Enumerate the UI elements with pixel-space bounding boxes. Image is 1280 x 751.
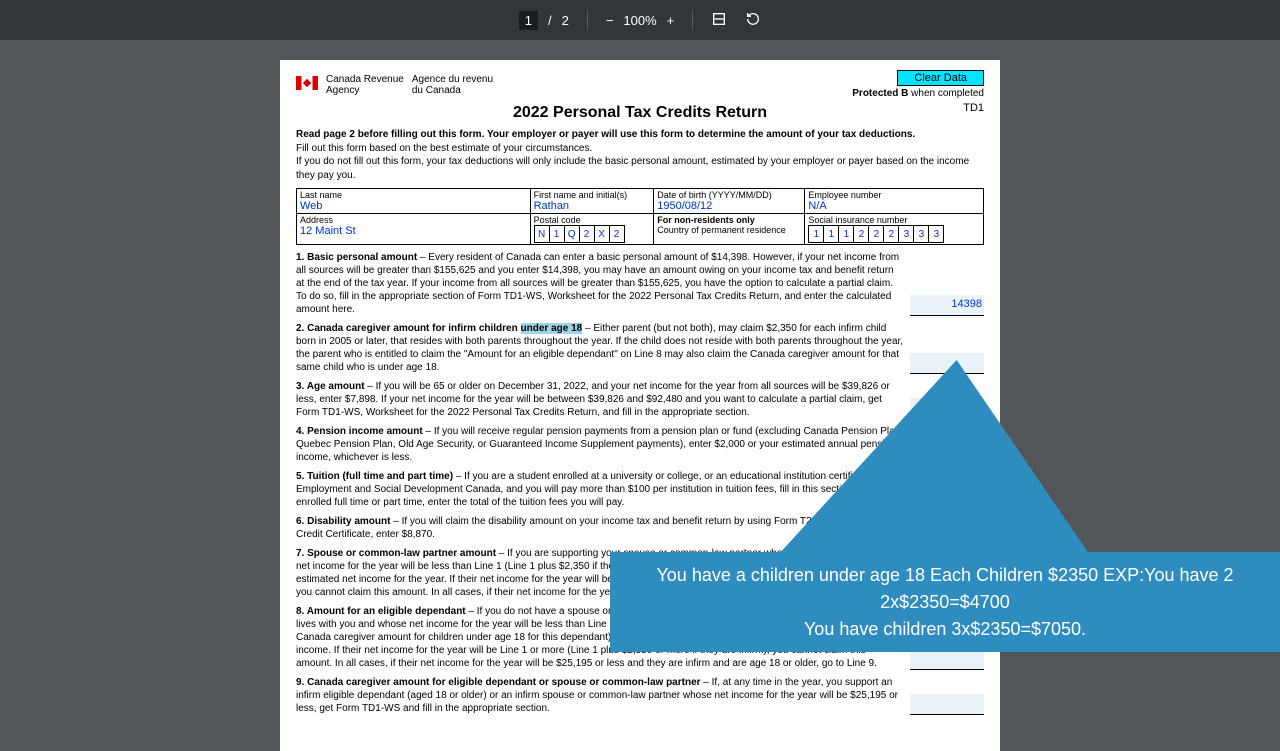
page-total: 2	[562, 13, 569, 28]
postal-code-field[interactable]: N1Q2X2	[534, 225, 651, 243]
last-name-field[interactable]: Web	[300, 200, 527, 212]
page-current[interactable]: 1	[519, 11, 538, 30]
pdf-toolbar: 1 / 2 − 100% +	[0, 0, 1280, 40]
agency-fr: Agence du revenudu Canada	[412, 74, 493, 96]
first-name-field[interactable]: Rathan	[534, 200, 651, 212]
fit-page-icon[interactable]	[711, 11, 727, 30]
line-8-amount[interactable]	[910, 649, 984, 670]
clear-data-button[interactable]: Clear Data	[897, 70, 984, 86]
employee-number-field[interactable]: N/A	[808, 200, 980, 212]
page-title: 2022 Personal Tax Credits Return	[296, 104, 984, 122]
dob-field[interactable]: 1950/08/12	[657, 200, 801, 212]
line-9: 9. Canada caregiver amount for eligible …	[296, 676, 984, 715]
line-9-amount[interactable]	[910, 694, 984, 715]
line-1: 1. Basic personal amount – Every residen…	[296, 251, 984, 316]
annotation-callout: You have a children under age 18 Each Ch…	[610, 552, 1280, 652]
agency-en: Canada RevenueAgency	[326, 74, 404, 96]
line-1-amount[interactable]: 14398	[910, 295, 984, 316]
address-field[interactable]: 12 Maint St	[300, 225, 527, 237]
zoom-in-button[interactable]: +	[667, 13, 675, 28]
canada-flag-icon	[296, 76, 318, 90]
protected-label: Protected B when completed	[852, 88, 984, 99]
intro-text: Read page 2 before filling out this form…	[296, 128, 984, 182]
rotate-icon[interactable]	[745, 11, 761, 30]
zoom-level: 100%	[623, 13, 656, 28]
zoom-out-button[interactable]: −	[606, 13, 614, 28]
personal-info-table: Last nameWeb First name and initial(s)Ra…	[296, 188, 984, 245]
sin-field[interactable]: 111222333	[808, 225, 980, 243]
form-code: TD1	[963, 102, 984, 114]
page-sep: /	[548, 13, 552, 28]
